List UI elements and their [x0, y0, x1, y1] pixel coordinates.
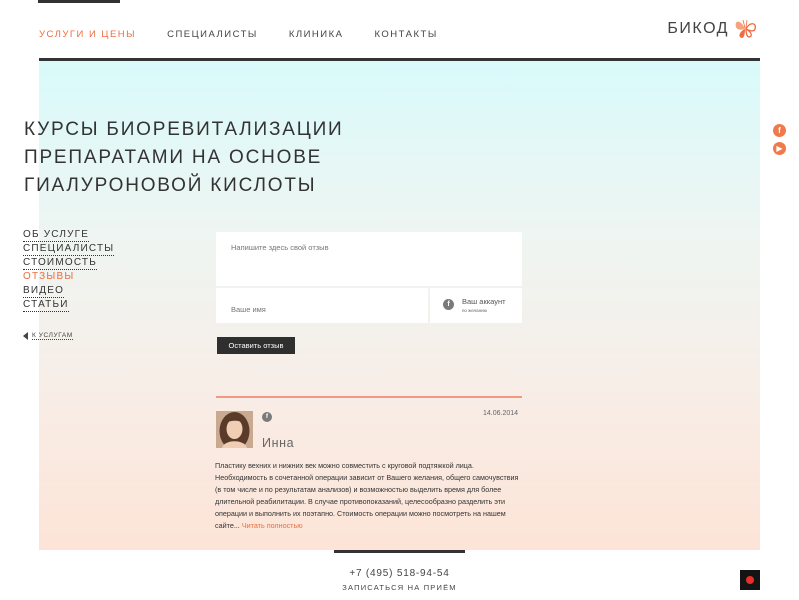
logo-text: БИКОД	[667, 20, 729, 37]
logo[interactable]: БИКОД	[667, 15, 759, 43]
account-connect[interactable]: f Ваш аккаунт по желанию	[430, 288, 522, 323]
name-input-box	[216, 288, 428, 323]
footer-phone[interactable]: +7 (495) 518-94-54	[0, 568, 799, 579]
appointment-link[interactable]: Записаться на приём	[0, 583, 799, 592]
footer-accent-bar	[334, 550, 465, 553]
back-arrow-icon	[23, 332, 28, 340]
reviewer-name: Инна	[262, 436, 295, 450]
name-input[interactable]	[231, 305, 413, 314]
avatar	[216, 411, 253, 448]
record-button[interactable]	[740, 570, 760, 590]
butterfly-icon	[735, 19, 756, 38]
nav-clinic[interactable]: Клиника	[289, 29, 344, 40]
submit-review-button[interactable]: Оставить отзыв	[217, 337, 295, 354]
social-links: f ▶	[773, 124, 786, 160]
review-divider	[216, 396, 522, 398]
section-about[interactable]: Об услуге	[23, 229, 90, 242]
review-date: 14.06.2014	[483, 410, 519, 417]
youtube-icon[interactable]: ▶	[773, 142, 786, 155]
section-articles[interactable]: Статьи	[23, 299, 69, 312]
section-menu: Об услуге Специалисты Стоимость Отзывы В…	[23, 229, 115, 313]
main-nav: Услуги и цены Специалисты Клиника Контак…	[39, 29, 469, 40]
top-accent-bar	[38, 0, 120, 3]
section-video[interactable]: Видео	[23, 285, 65, 298]
facebook-icon: f	[443, 299, 454, 310]
facebook-icon: f	[262, 412, 272, 422]
back-label: к услугам	[32, 332, 73, 340]
section-specialists[interactable]: Специалисты	[23, 243, 115, 256]
review-body: Пластику вехних и нижних век можно совме…	[215, 461, 519, 530]
read-more-link[interactable]: Читать полностью	[242, 521, 303, 530]
account-sublabel: по желанию	[462, 308, 488, 313]
record-icon	[746, 576, 754, 584]
facebook-icon[interactable]: f	[773, 124, 786, 137]
section-reviews[interactable]: Отзывы	[23, 271, 74, 284]
page-title: Курсы биоревитализации препаратами на ос…	[24, 119, 344, 196]
section-price[interactable]: Стоимость	[23, 257, 97, 270]
nav-specialists[interactable]: Специалисты	[167, 29, 258, 40]
review-text: Пластику вехних и нижних век можно совме…	[215, 460, 525, 532]
account-label: Ваш аккаунт	[462, 297, 506, 306]
nav-services[interactable]: Услуги и цены	[39, 29, 136, 40]
review-textarea-box	[216, 232, 522, 286]
nav-contacts[interactable]: Контакты	[374, 29, 437, 40]
review-textarea[interactable]	[231, 243, 507, 261]
back-to-services-link[interactable]: к услугам	[23, 332, 73, 340]
